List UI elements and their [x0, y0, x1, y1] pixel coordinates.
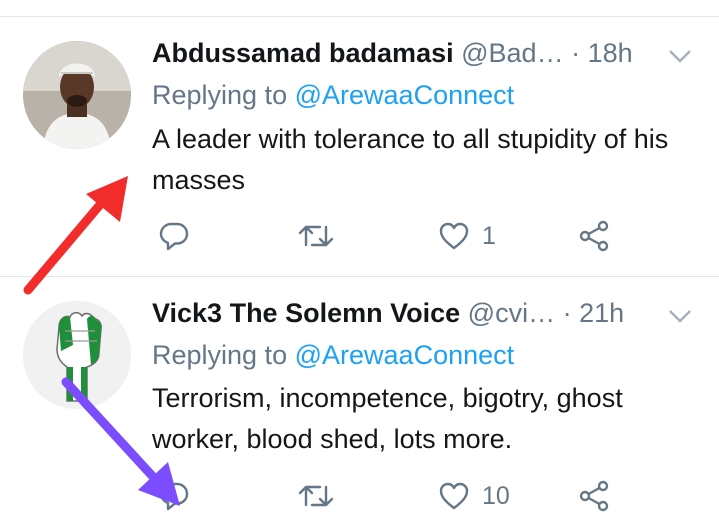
tweet-actions: 10: [152, 476, 692, 516]
like-button[interactable]: 10: [438, 476, 510, 516]
reply-mention-link[interactable]: @ArewaaConnect: [295, 340, 515, 370]
reply-button[interactable]: [158, 476, 190, 516]
raised-fist-avatar: [23, 301, 131, 409]
avatar-photo: [23, 41, 131, 149]
tweet-header: Abdussamad badamasi @Bad… · 18h: [152, 36, 633, 70]
like-button[interactable]: 1: [438, 216, 496, 256]
user-handle[interactable]: @Bad…: [461, 38, 563, 68]
tweet-text: A leader with tolerance to all stupidity…: [152, 124, 669, 195]
reply-context: Replying to @ArewaaConnect: [152, 338, 514, 372]
retweet-button[interactable]: [298, 216, 334, 256]
reply-icon: [159, 222, 189, 251]
retweet-icon: [298, 225, 334, 247]
tweet-text: Terrorism, incompetence, bigotry, ghost …: [152, 383, 623, 454]
avatar[interactable]: [23, 301, 131, 409]
tweet-actions: 1: [152, 216, 692, 256]
reply-button[interactable]: [158, 216, 190, 256]
share-button[interactable]: [578, 476, 610, 516]
share-button[interactable]: [578, 216, 610, 256]
reply-prefix: Replying to: [152, 340, 288, 370]
timestamp[interactable]: 21h: [579, 298, 624, 328]
timestamp[interactable]: 18h: [588, 38, 633, 68]
retweet-icon: [298, 485, 334, 507]
tweet-1[interactable]: Abdussamad badamasi @Bad… · 18h Replying…: [0, 0, 719, 276]
share-icon: [579, 480, 609, 512]
reply-context: Replying to @ArewaaConnect: [152, 78, 514, 112]
reply-prefix: Replying to: [152, 80, 288, 110]
chevron-down-icon[interactable]: [668, 46, 692, 66]
share-icon: [579, 220, 609, 252]
display-name[interactable]: Vick3 The Solemn Voice: [152, 298, 460, 328]
tweet-header: Vick3 The Solemn Voice @cvi… · 21h: [152, 296, 624, 330]
chevron-down-icon[interactable]: [668, 306, 692, 326]
like-count: 10: [482, 481, 510, 510]
separator-dot: ·: [571, 38, 581, 68]
like-count: 1: [482, 221, 496, 250]
user-handle[interactable]: @cvi…: [468, 298, 555, 328]
reply-icon: [159, 482, 189, 511]
reply-mention-link[interactable]: @ArewaaConnect: [295, 80, 515, 110]
tweet-2[interactable]: Vick3 The Solemn Voice @cvi… · 21h Reply…: [0, 277, 719, 531]
display-name[interactable]: Abdussamad badamasi: [152, 38, 454, 68]
like-icon: [439, 222, 469, 250]
separator-dot: ·: [562, 298, 572, 328]
like-icon: [439, 482, 469, 510]
retweet-button[interactable]: [298, 476, 334, 516]
avatar[interactable]: [23, 41, 131, 149]
